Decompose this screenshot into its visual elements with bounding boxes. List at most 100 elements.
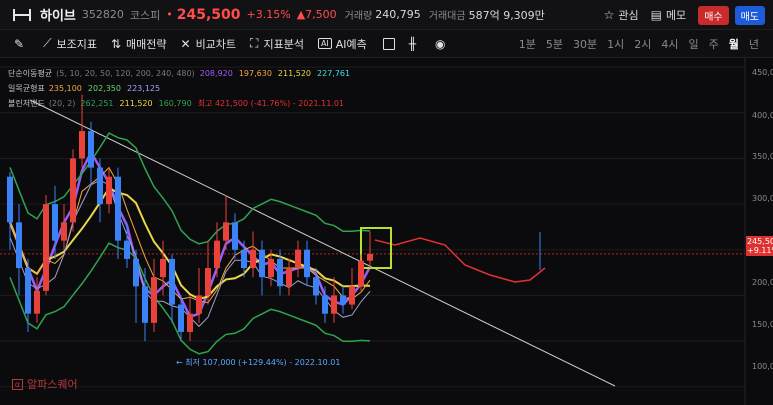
period-9[interactable]: 년	[749, 36, 759, 52]
compare-icon: ✕	[180, 36, 191, 51]
axis-label-300000: 300,000	[752, 194, 773, 203]
axis-label-350000: 350,000	[752, 152, 773, 161]
low-price-note: ← 최저 107,000 (+129.44%) - 2022.10.01	[176, 358, 341, 367]
candle-body-4	[43, 204, 49, 291]
current-price-tag-value: 245,500	[747, 237, 773, 246]
sma-value-3: 211,520	[277, 69, 312, 78]
stock-name: 하이브	[40, 9, 76, 24]
compare-chart-button[interactable]: ✕ 비교차트	[181, 36, 237, 52]
volume-label: 거래량	[344, 11, 373, 22]
sma-value-4: 227,761	[317, 69, 351, 78]
candle-body-24	[223, 222, 229, 241]
sma-params: (5, 10, 20, 50, 120, 200, 240, 480)	[56, 69, 195, 78]
ai-forecast-label: AI예측	[335, 37, 367, 51]
pencil-icon: ✎	[14, 36, 25, 51]
buy-button[interactable]: 매수	[698, 5, 729, 25]
period-3[interactable]: 1시	[607, 36, 624, 52]
bollinger-value-1: 262,251	[80, 99, 114, 108]
candle-body-10	[97, 167, 103, 205]
candle-body-37	[340, 295, 346, 305]
memo-icon: ▤	[650, 8, 662, 22]
candle-type-button[interactable]: ╫	[409, 37, 421, 51]
highlight-box	[360, 227, 392, 269]
bollinger-params: (20, 2)	[48, 99, 76, 108]
watchlist-label: 관심	[618, 9, 639, 22]
candle-body-13	[124, 240, 130, 259]
candle-body-17	[160, 258, 166, 278]
candle-body-39	[358, 260, 364, 287]
sell-button[interactable]: 매도	[734, 5, 765, 25]
candle-body-18	[169, 258, 175, 305]
candle-body-36	[331, 295, 337, 314]
candle-body-8	[79, 131, 85, 159]
candle-body-32	[295, 249, 301, 269]
current-price-tag: 245,500 +9.11%	[746, 236, 773, 256]
candle-body-35	[322, 295, 328, 314]
candle-body-20	[187, 313, 193, 332]
candle-body-11	[106, 176, 112, 205]
bollinger-value-3: 160,790	[158, 99, 192, 108]
ai-icon: AI	[317, 38, 332, 49]
chart-toolbar: ✎ ⟋ 보조지표 ⇅ 매매전략 ✕ 비교차트 ⛶ 지표분석 AI AI예측 ╫ …	[0, 30, 773, 58]
axis-label-100000: 100,000	[752, 362, 773, 371]
candle-body-25	[232, 222, 238, 250]
period-7[interactable]: 주	[709, 36, 719, 52]
period-6[interactable]: 일	[689, 36, 699, 52]
strategy-label: 매매전략	[126, 37, 167, 51]
candle-body-3	[34, 290, 40, 314]
current-price: 245,500	[176, 6, 241, 23]
amount-value: 587억 9,309만	[468, 8, 545, 22]
market-name: 코스피	[129, 8, 161, 22]
period-4[interactable]: 2시	[634, 36, 651, 52]
bollinger-legend-row: 볼린저밴드 (20, 2) 262,251 211,520 160,790 최고…	[8, 96, 356, 111]
period-5[interactable]: 4시	[661, 36, 678, 52]
volume-value: 240,795	[375, 8, 421, 21]
candle-body-7	[70, 158, 76, 223]
change-percent: +3.15%	[246, 8, 291, 21]
ichimoku-leading-line	[374, 237, 546, 283]
candle-body-14	[133, 258, 139, 287]
period-8[interactable]: 월	[729, 36, 739, 52]
watermark: α 알파스퀘어	[12, 376, 78, 392]
axis-label-150000: 150,000	[752, 320, 773, 329]
star-icon: ☆	[603, 8, 615, 22]
brand-logo-icon: α	[12, 378, 23, 390]
bollinger-value-2: 211,520	[119, 99, 153, 108]
candle-body-9	[88, 131, 94, 168]
candle-body-15	[142, 286, 148, 323]
layout-toggle-icon[interactable]	[382, 37, 395, 50]
candle-body-19	[178, 304, 184, 332]
aux-indicator-button[interactable]: ⟋ 보조지표	[43, 36, 97, 52]
stock-code: 352820	[81, 8, 124, 21]
analysis-label: 지표분석	[263, 37, 304, 51]
candle-body-0	[7, 176, 13, 223]
candle-body-30	[277, 258, 283, 287]
candle-body-28	[259, 249, 265, 278]
ichimoku-legend-row: 일목균형표 235,100 202,350 223,125	[8, 81, 356, 96]
candle-body-33	[304, 249, 310, 278]
status-dot-icon: •	[166, 8, 173, 21]
candle-body-12	[115, 176, 121, 241]
candle-body-29	[268, 258, 274, 278]
candle-body-22	[205, 268, 211, 296]
drawing-tool-button[interactable]: ✎	[14, 37, 29, 51]
ai-forecast-button[interactable]: AI AI예측	[317, 36, 367, 52]
compare-label: 비교차트	[195, 37, 237, 51]
period-0[interactable]: 1분	[519, 36, 536, 52]
axis-label-400000: 400,000	[752, 111, 773, 120]
change-amount: ▲7,500	[296, 8, 337, 21]
candle-body-34	[313, 277, 319, 296]
watermark-text: 알파스퀘어	[27, 378, 78, 391]
high-note: 최고 421,500 (-41.76%) - 2021.11.01	[197, 99, 345, 108]
period-1[interactable]: 5분	[546, 36, 563, 52]
sma-title: 단순이동평균	[8, 69, 53, 78]
candle-body-21	[196, 295, 202, 314]
period-2[interactable]: 30분	[573, 36, 597, 52]
strategy-button[interactable]: ⇅ 매매전략	[111, 36, 167, 52]
candle-body-40	[367, 253, 373, 261]
screenshot-button[interactable]: ◉	[435, 37, 450, 51]
watchlist-button[interactable]: ☆ 관심	[604, 7, 639, 23]
indicator-analysis-button[interactable]: ⛶ 지표분석	[250, 36, 304, 52]
memo-button[interactable]: ▤ 메모	[651, 7, 687, 23]
period-selector: 1분 5분 30분 1시 2시 4시 일 주 월 년	[509, 30, 759, 58]
